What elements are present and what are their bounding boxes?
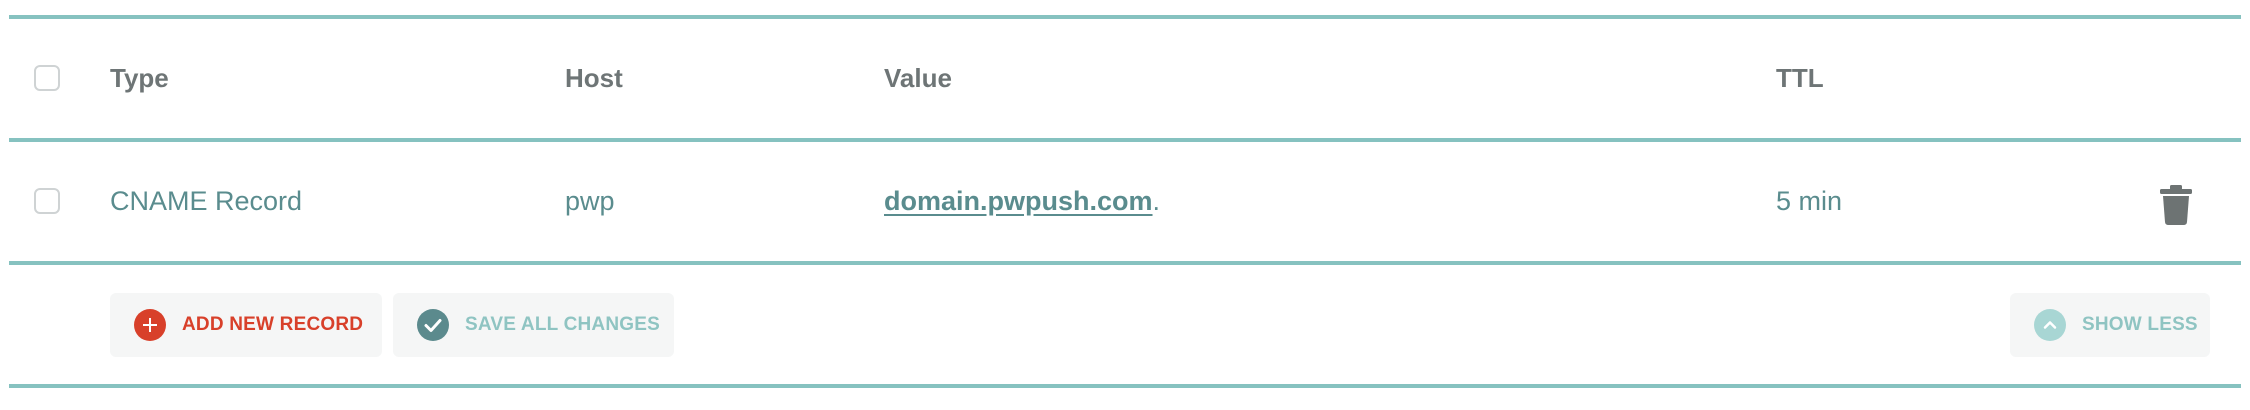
record-type: CNAME Record: [110, 186, 303, 216]
row-select-checkbox[interactable]: [34, 188, 60, 214]
column-header-host[interactable]: Host: [565, 19, 623, 138]
save-all-changes-label: SAVE ALL CHANGES: [465, 314, 660, 335]
table-header-row: Type Host Value TTL: [9, 19, 2241, 138]
add-new-record-label: ADD NEW RECORD: [182, 314, 364, 335]
column-header-value[interactable]: Value: [884, 19, 952, 138]
save-all-changes-button[interactable]: SAVE ALL CHANGES: [393, 293, 674, 357]
show-less-button[interactable]: SHOW LESS: [2010, 293, 2210, 357]
record-ttl: 5 min: [1776, 186, 1843, 216]
table-row[interactable]: CNAME Record pwp domain.pwpush.com. 5 mi…: [9, 142, 2241, 261]
record-value-cell: domain.pwpush.com.: [884, 142, 1160, 261]
record-host: pwp: [565, 186, 615, 216]
trash-icon: [2160, 185, 2192, 225]
record-actions-bar: ADD NEW RECORD SAVE ALL CHANGES SHOW LES…: [9, 265, 2241, 384]
show-less-label: SHOW LESS: [2082, 314, 2198, 335]
column-header-ttl[interactable]: TTL: [1776, 19, 1824, 138]
plus-circle-icon: [134, 309, 166, 341]
record-value-suffix: .: [1152, 186, 1161, 216]
chevron-up-circle-icon: [2034, 309, 2066, 341]
dns-records-table: Type Host Value TTL CNAME Record pwp dom…: [9, 15, 2241, 388]
record-value-link[interactable]: domain.pwpush.com: [884, 186, 1153, 216]
check-circle-icon: [417, 309, 449, 341]
delete-record-button[interactable]: [2159, 185, 2193, 225]
add-new-record-button[interactable]: ADD NEW RECORD: [110, 293, 382, 357]
select-all-checkbox[interactable]: [34, 65, 60, 91]
column-header-type[interactable]: Type: [110, 19, 169, 138]
table-bottom-divider: [9, 384, 2241, 388]
